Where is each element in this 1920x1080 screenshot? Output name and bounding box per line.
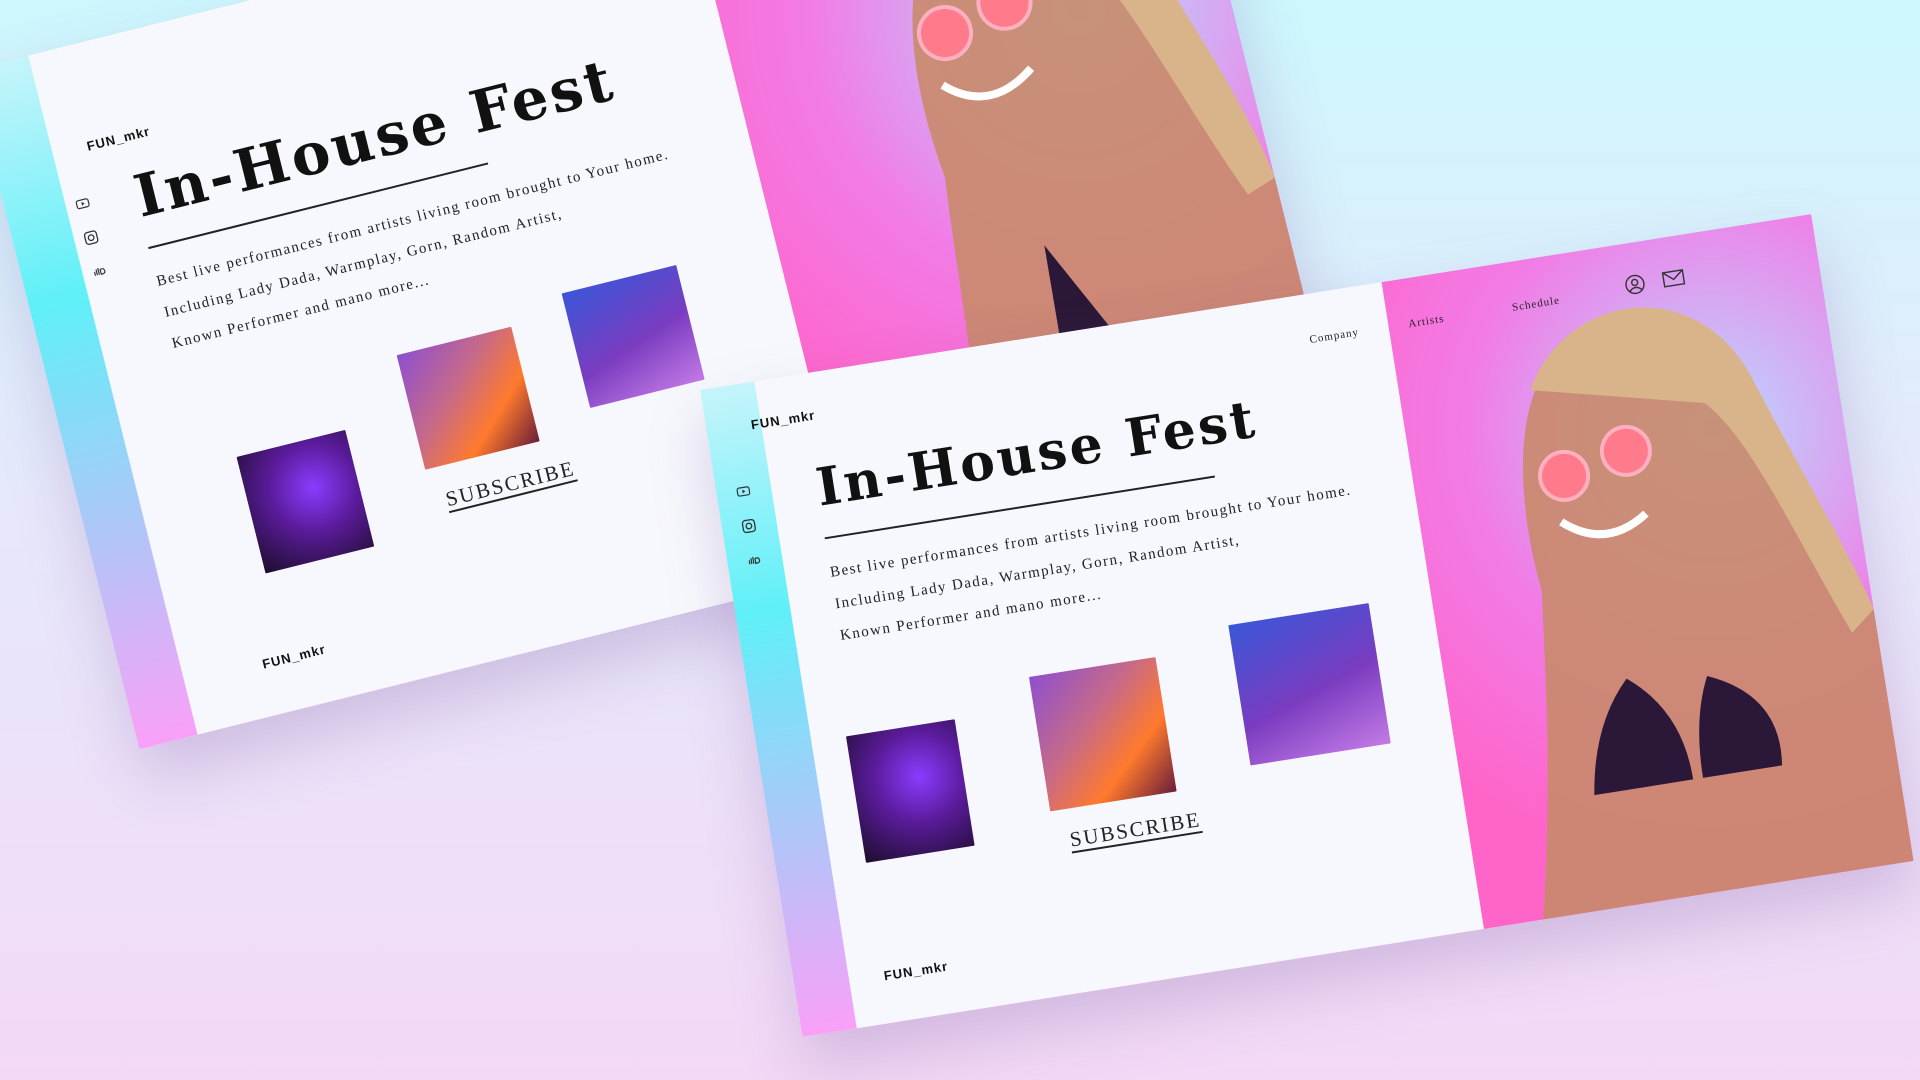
thumbnail-keyboard-player[interactable] (845, 719, 975, 863)
soundcloud-icon[interactable] (746, 553, 762, 569)
thumbnail-crowd[interactable] (1228, 603, 1391, 766)
instagram-icon[interactable] (741, 518, 757, 534)
mail-icon[interactable] (1661, 269, 1686, 293)
play-icon[interactable] (735, 483, 751, 499)
user-icon[interactable] (1624, 273, 1648, 301)
thumbnail-guitar[interactable] (1028, 657, 1177, 812)
